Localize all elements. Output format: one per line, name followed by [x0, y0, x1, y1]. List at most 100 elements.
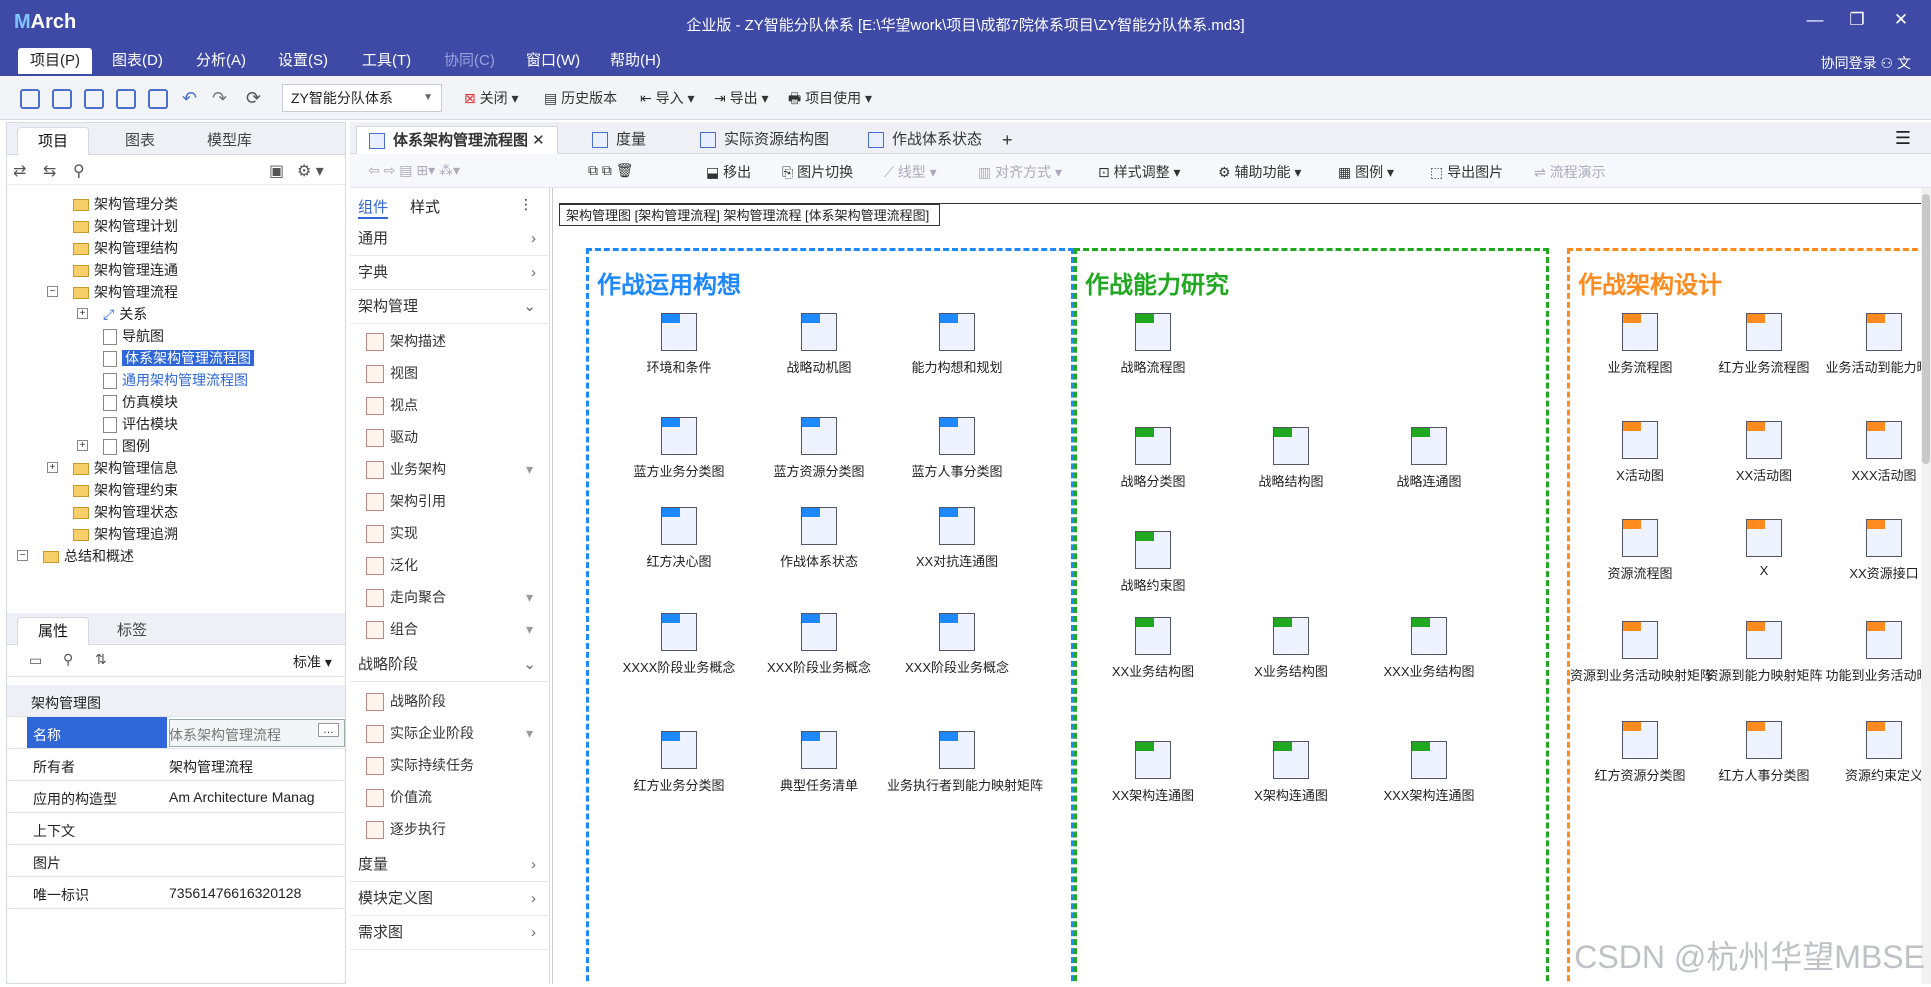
tab-properties[interactable]: 属性 — [17, 617, 90, 645]
palette-item[interactable]: 实现 — [366, 520, 418, 546]
diagram-shortcut[interactable]: 资源约束定义 — [1814, 721, 1931, 784]
export-image-button[interactable]: ⬚ 导出图片 — [1430, 162, 1503, 182]
expand-icon[interactable]: ⇄ — [13, 161, 26, 181]
palette-item[interactable]: 组合 ▾ — [366, 616, 533, 642]
refresh-icon[interactable]: ⟳ — [246, 86, 261, 110]
swimlane[interactable]: 作战能力研究 战略流程图 战略分类图 战略结构图 战略连通图 战略约束图 XX业务结构图 X业… — [1074, 248, 1549, 984]
diagram-shortcut[interactable]: 红方业务流程图 — [1694, 313, 1834, 376]
tree-node[interactable]: 架构管理结构 — [73, 237, 178, 259]
property-row[interactable]: 应用的构造型 Am Architecture Manag — [7, 781, 345, 813]
diagram-shortcut[interactable]: 功能到业务活动映射 — [1814, 621, 1931, 684]
diagram-shortcut[interactable]: XX架构连通图 — [1083, 741, 1223, 804]
tab-model-lib[interactable]: 模型库 — [187, 127, 272, 155]
diagram-shortcut[interactable]: 战略分类图 — [1083, 427, 1223, 490]
palette-item[interactable]: 视图 — [366, 360, 418, 386]
diagram-shortcut[interactable]: XXX阶段业务概念 — [887, 613, 1027, 676]
tree-node[interactable]: 架构管理状态 — [73, 501, 178, 523]
diagram-shortcut[interactable]: XXX阶段业务概念 — [749, 613, 889, 676]
add-tab-icon[interactable]: + — [990, 126, 1025, 154]
style-adjust-button[interactable]: ⊡ 样式调整 ▾ — [1098, 162, 1181, 182]
diagram-shortcut[interactable]: 红方资源分类图 — [1570, 721, 1710, 784]
minimize-icon[interactable]: — — [1800, 10, 1830, 36]
palette-item[interactable]: 战略阶段 — [366, 688, 446, 714]
tree-node[interactable]: 架构管理连通 — [73, 259, 178, 281]
diagram-shortcut[interactable]: X业务结构图 — [1221, 617, 1361, 680]
diagram-shortcut[interactable]: 红方决心图 — [609, 507, 749, 570]
property-row[interactable]: 唯一标识 73561476616320128 — [7, 877, 345, 909]
diagram-shortcut[interactable]: 业务流程图 — [1570, 313, 1710, 376]
expand-toggle[interactable]: + — [47, 462, 58, 473]
sort-icon[interactable]: ⇅ — [95, 651, 107, 668]
open-icon[interactable] — [148, 86, 172, 110]
palette-item[interactable]: 走向聚合 ▾ — [366, 584, 533, 610]
diagram-shortcut[interactable]: 战略结构图 — [1221, 427, 1361, 490]
tree-node[interactable]: 架构管理计划 — [73, 215, 178, 237]
search-icon[interactable]: ⚲ — [63, 651, 73, 668]
palette-category[interactable]: 架构管理 ⌄ — [350, 290, 550, 324]
project-use-button[interactable]: 🖶 项目使用 ▾ — [788, 86, 872, 110]
tree-node[interactable]: 架构管理分类 — [73, 193, 178, 215]
diagram-shortcut[interactable]: XXXX阶段业务概念 — [609, 613, 749, 676]
diagram-shortcut[interactable]: 战略流程图 — [1083, 313, 1223, 376]
more-icon[interactable]: ⋮ — [519, 196, 533, 213]
assist-button[interactable]: ⚙ 辅助功能 ▾ — [1218, 162, 1301, 182]
tree-node[interactable]: 架构管理信息 — [73, 457, 178, 479]
property-row[interactable]: 上下文 — [7, 813, 345, 845]
tree-node-selected[interactable]: 体系架构管理流程图 — [103, 347, 254, 369]
menu-settings[interactable]: 设置(S) — [266, 48, 340, 74]
palette-category[interactable]: 字典 › — [350, 256, 550, 290]
redo-icon[interactable]: ↷ — [212, 86, 227, 110]
diagram-shortcut[interactable]: 红方业务分类图 — [609, 731, 749, 794]
save-all-icon[interactable] — [84, 86, 108, 110]
copy-icon[interactable]: ⧉ ⧉ 🗑 — [588, 162, 634, 179]
palette-category[interactable]: 度量 › — [350, 848, 550, 882]
view-mode-select[interactable]: 标准 ▾ — [293, 652, 332, 672]
diagram-shortcut[interactable]: 作战体系状态 — [749, 507, 889, 570]
diagram-shortcut[interactable]: 战略连通图 — [1359, 427, 1499, 490]
diagram-shortcut[interactable]: XX活动图 — [1694, 421, 1834, 484]
back-icon[interactable]: ⇦ ⇨ ▤ ⊞▾ ⁂▾ — [368, 162, 460, 179]
list-icon[interactable]: ▭ — [29, 652, 42, 669]
import-button[interactable]: ⇤ 导入 ▾ — [640, 86, 695, 110]
palette-item[interactable]: 视点 — [366, 392, 418, 418]
gear-icon[interactable]: ⚙ ▾ — [297, 161, 324, 181]
tree-node[interactable]: 总结和概述 — [43, 545, 134, 567]
diagram-shortcut[interactable]: 资源到业务活动映射矩阵 — [1570, 621, 1713, 684]
menu-analysis[interactable]: 分析(A) — [184, 48, 258, 74]
legend-button[interactable]: ▦ 图例 ▾ — [1338, 162, 1394, 182]
tree-node[interactable]: ⤢ 关系 — [103, 303, 147, 325]
menu-diagram[interactable]: 图表(D) — [100, 48, 175, 74]
home-icon[interactable] — [20, 86, 44, 110]
line-type-button[interactable]: ⟋ 线型 ▾ — [884, 162, 937, 182]
menu-icon[interactable]: ☰ — [1895, 128, 1911, 149]
diagram-shortcut[interactable]: 能力构想和规划 — [887, 313, 1027, 376]
maximize-icon[interactable]: ❐ — [1842, 10, 1872, 36]
image-switch-button[interactable]: ⎘ 图片切换 — [782, 162, 853, 182]
menu-project[interactable]: 项目(P) — [18, 48, 92, 74]
palette-item[interactable]: 架构引用 — [366, 488, 446, 514]
palette-category[interactable]: 通用 › — [350, 222, 550, 256]
diagram-shortcut[interactable]: XXX业务结构图 — [1359, 617, 1499, 680]
diagram-shortcut[interactable]: XX对抗连通图 — [887, 507, 1027, 570]
flow-demo-button[interactable]: ⇌ 流程演示 — [1534, 162, 1606, 182]
tree-node[interactable]: 架构管理追溯 — [73, 523, 178, 545]
expand-toggle[interactable]: + — [77, 440, 88, 451]
property-row[interactable]: 图片 — [7, 845, 345, 877]
project-combo[interactable]: ZY智能分队体系 ▼ — [282, 84, 442, 112]
menu-tools[interactable]: 工具(T) — [350, 48, 423, 74]
palette-item[interactable]: 逐步执行 — [366, 816, 446, 842]
tab-styles[interactable]: 样式 — [410, 196, 440, 217]
tree-node[interactable]: 架构管理约束 — [73, 479, 178, 501]
align-button[interactable]: ▥ 对齐方式 ▾ — [978, 162, 1062, 182]
expand-toggle[interactable]: + — [77, 308, 88, 319]
property-row[interactable]: 所有者 架构管理流程 — [7, 749, 345, 781]
export-button[interactable]: ⇥ 导出 ▾ — [714, 86, 769, 110]
tab-project[interactable]: 项目 — [17, 127, 90, 155]
diagram-shortcut[interactable]: 典型任务清单 — [749, 731, 889, 794]
diagram-canvas[interactable]: 架构管理图 [架构管理流程] 架构管理流程 [体系架构管理流程图] 作战运用构想… — [552, 188, 1931, 984]
diagram-shortcut[interactable]: 红方人事分类图 — [1694, 721, 1834, 784]
collapse-toggle[interactable]: − — [47, 286, 58, 297]
move-out-button[interactable]: ⬓ 移出 — [706, 162, 751, 182]
ellipsis-button[interactable]: … — [318, 723, 339, 737]
palette-category[interactable]: 模块定义图 › — [350, 882, 550, 916]
